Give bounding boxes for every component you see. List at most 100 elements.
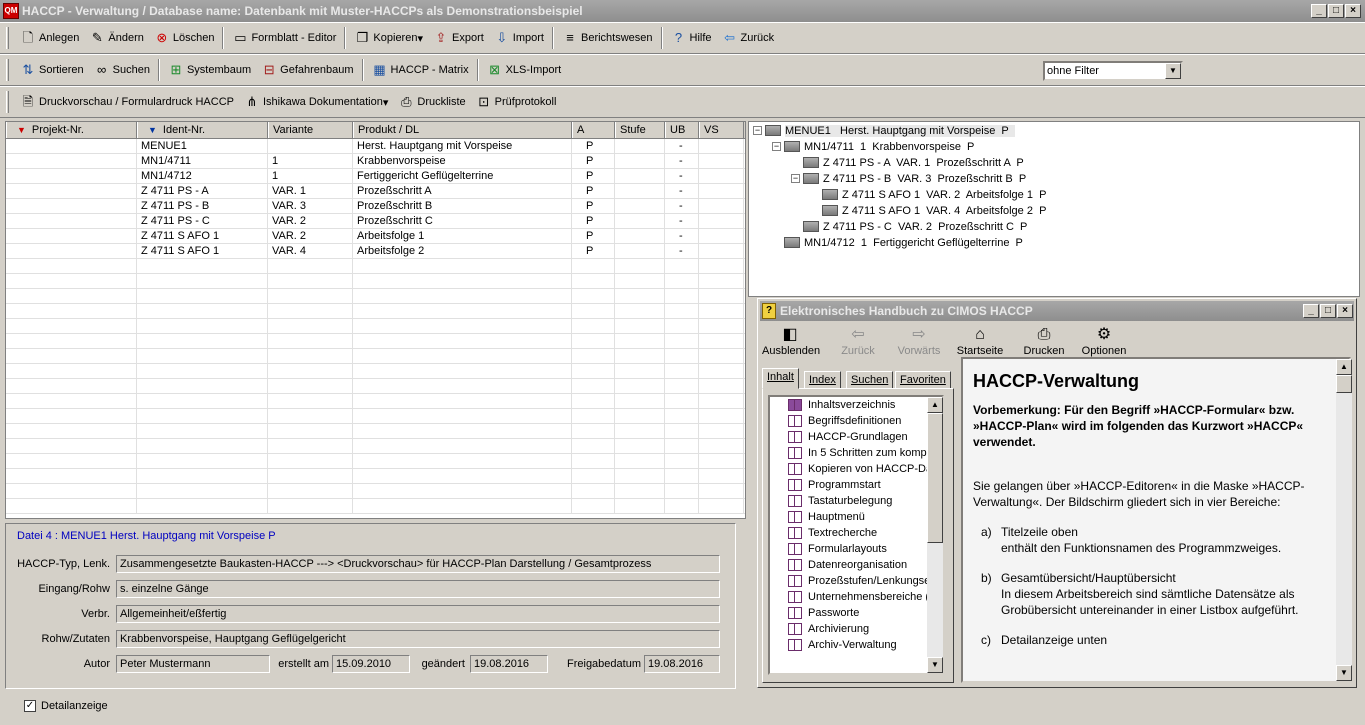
toc-scrollbar[interactable]: ▲ ▼ (927, 397, 943, 673)
table-row[interactable]: Z 4711 S AFO 1 VAR. 4 Arbeitsfolge 2P - (6, 244, 745, 259)
sortieren-button[interactable]: ⇅ Sortieren (15, 58, 89, 82)
table-row[interactable]: MN1/4711 1 Krabbenvorspeise P - (6, 154, 745, 169)
table-row[interactable] (6, 304, 745, 319)
system-tree[interactable]: − MENUE1 Herst. Hauptgang mit Vorspeise P… (748, 121, 1360, 297)
table-row[interactable] (6, 439, 745, 454)
kopieren-button[interactable]: ❐ Kopieren ▾ (349, 26, 428, 50)
ishikawa-dokumentation-button[interactable]: ⋔ Ishikawa Dokumentation ▾ (239, 90, 393, 114)
table-row[interactable] (6, 289, 745, 304)
freigabe-field[interactable]: 19.08.2016 (644, 655, 720, 673)
tab-favoriten[interactable]: Favoriten (895, 371, 951, 389)
tree-node[interactable]: Z 4711 PS - C VAR. 2 Prozeßschritt C P (791, 219, 1027, 234)
table-row[interactable] (6, 319, 745, 334)
scroll-down-icon[interactable]: ▼ (1336, 665, 1352, 681)
toc-item[interactable]: Prozeßstufen/Lenkungse (770, 573, 942, 589)
zurück-button[interactable]: ⇦ Zurück (717, 26, 780, 50)
help-minimize-button[interactable]: _ (1303, 304, 1319, 318)
tree-node[interactable]: Z 4711 PS - A VAR. 1 Prozeßschritt A P (791, 155, 1024, 170)
table-row[interactable] (6, 499, 745, 514)
table-row[interactable] (6, 424, 745, 439)
content-scrollbar[interactable]: ▲ ▼ (1336, 359, 1352, 681)
scroll-down-icon[interactable]: ▼ (927, 657, 943, 673)
help-back-button[interactable]: ⇦ Zurück (830, 325, 886, 357)
xls-import-button[interactable]: ⊠ XLS-Import (482, 58, 567, 82)
column-header[interactable]: UB (665, 122, 699, 138)
tab-suchen[interactable]: Suchen (846, 371, 894, 389)
suchen-button[interactable]: ∞ Suchen (89, 58, 155, 82)
table-row[interactable]: Z 4711 PS - B VAR. 3 Prozeßschritt BP - (6, 199, 745, 214)
filter-select[interactable]: ohne Filter ▼ (1043, 61, 1183, 81)
column-header[interactable]: Stufe (615, 122, 665, 138)
help-forward-button[interactable]: ⇨ Vorwärts (891, 325, 947, 357)
toolbar-grip[interactable] (6, 91, 9, 113)
chevron-down-icon[interactable]: ▾ (417, 32, 423, 45)
toc-item[interactable]: Inhaltsverzeichnis (770, 397, 942, 413)
maximize-button[interactable]: □ (1328, 4, 1344, 18)
prüfprotokoll-button[interactable]: ⊡ Prüfprotokoll (471, 90, 562, 114)
chevron-down-icon[interactable]: ▼ (1165, 63, 1181, 79)
table-row[interactable] (6, 364, 745, 379)
table-row[interactable] (6, 334, 745, 349)
toc-item[interactable]: Archivierung (770, 621, 942, 637)
toolbar-grip[interactable] (6, 59, 9, 81)
toc-item[interactable]: Hauptmenü (770, 509, 942, 525)
table-row[interactable] (6, 259, 745, 274)
tree-node[interactable]: − MN1/4711 1 Krabbenvorspeise P (772, 139, 974, 154)
column-header[interactable]: A (572, 122, 615, 138)
toc-item[interactable]: Tastaturbelegung (770, 493, 942, 509)
toc-item[interactable]: Archiv-Verwaltung (770, 637, 942, 653)
table-row[interactable] (6, 409, 745, 424)
tree-node[interactable]: MN1/4712 1 Fertiggericht Geflügelterrine… (772, 235, 1023, 250)
table-row[interactable]: Z 4711 PS - C VAR. 2 Prozeßschritt CP - (6, 214, 745, 229)
haccp-matrix-button[interactable]: ▦ HACCP - Matrix (367, 58, 474, 82)
help-hide-button[interactable]: ◧ Ausblenden (762, 325, 820, 357)
anlegen-button[interactable]: 🗋 Anlegen (15, 26, 84, 50)
tab-index[interactable]: Index (804, 371, 841, 389)
column-header[interactable]: Produkt / DL (353, 122, 572, 138)
toc-item[interactable]: Begriffsdefinitionen (770, 413, 942, 429)
detailanzeige-checkbox[interactable]: ✓ (24, 700, 36, 712)
scroll-thumb[interactable] (927, 413, 943, 543)
toc-item[interactable]: Programmstart (770, 477, 942, 493)
toolbar-grip[interactable] (6, 27, 9, 49)
autor-field[interactable]: Peter Mustermann (116, 655, 270, 673)
toc-item[interactable]: Unternehmensbereiche (l (770, 589, 942, 605)
berichtswesen-button[interactable]: ≡ Berichtswesen (557, 26, 658, 50)
table-row[interactable] (6, 454, 745, 469)
column-header[interactable]: ▼ Ident-Nr. (137, 122, 268, 138)
scroll-thumb[interactable] (1336, 375, 1352, 393)
collapse-icon[interactable]: − (791, 174, 800, 183)
toc-item[interactable]: HACCP-Grundlagen (770, 429, 942, 445)
löschen-button[interactable]: ⊗ Löschen (149, 26, 220, 50)
collapse-icon[interactable]: − (772, 142, 781, 151)
toc-item[interactable]: Textrecherche (770, 525, 942, 541)
table-row[interactable] (6, 274, 745, 289)
tree-node[interactable]: − Z 4711 PS - B VAR. 3 Prozeßschritt B P (791, 171, 1026, 186)
verbr-field[interactable]: Allgemeinheit/eßfertig (116, 605, 720, 623)
tab-inhalt[interactable]: Inhalt (762, 368, 799, 389)
druckvorschau-formulardruck-haccp-button[interactable]: 🗎 Druckvorschau / Formulardruck HACCP (15, 90, 239, 114)
systembaum-button[interactable]: ⊞ Systembaum (163, 58, 256, 82)
help-maximize-button[interactable]: □ (1320, 304, 1336, 318)
table-row[interactable] (6, 349, 745, 364)
ändern-button[interactable]: ✎ Ändern (84, 26, 148, 50)
table-row[interactable]: MENUE1 Herst. Hauptgang mit Vorspeise P - (6, 139, 745, 154)
eingang-field[interactable]: s. einzelne Gänge (116, 580, 720, 598)
close-button[interactable]: × (1345, 4, 1361, 18)
import-button[interactable]: ⇩ Import (489, 26, 549, 50)
table-row[interactable] (6, 394, 745, 409)
rohw-field[interactable]: Krabbenvorspeise, Hauptgang Geflügelgeri… (116, 630, 720, 648)
haccp-typ-field[interactable]: Zusammengesetzte Baukasten-HACCP ---> <D… (116, 555, 720, 573)
table-row[interactable]: Z 4711 S AFO 1 VAR. 2 Arbeitsfolge 1P - (6, 229, 745, 244)
help-toc-list[interactable]: Inhaltsverzeichnis Begriffsdefinitionen HA… (768, 395, 944, 675)
toc-item[interactable]: Kopieren von HACCP-Da (770, 461, 942, 477)
gefahrenbaum-button[interactable]: ⊟ Gefahrenbaum (256, 58, 358, 82)
column-header[interactable]: Variante (268, 122, 353, 138)
toc-item[interactable]: Passworte (770, 605, 942, 621)
toc-item[interactable]: In 5 Schritten zum kompl (770, 445, 942, 461)
collapse-icon[interactable]: − (753, 126, 762, 135)
column-header[interactable]: VS (699, 122, 744, 138)
table-row[interactable] (6, 469, 745, 484)
minimize-button[interactable]: _ (1311, 4, 1327, 18)
hilfe-button[interactable]: ? Hilfe (666, 26, 717, 50)
